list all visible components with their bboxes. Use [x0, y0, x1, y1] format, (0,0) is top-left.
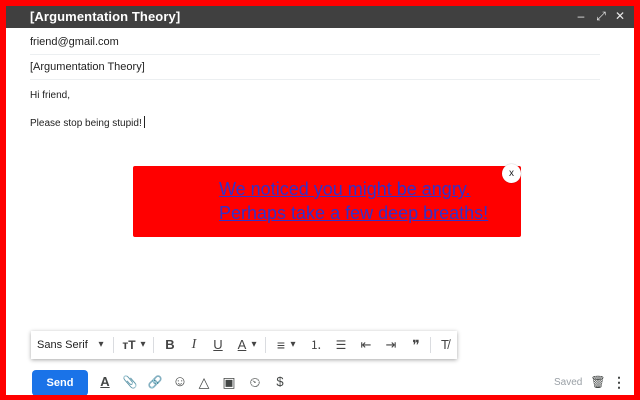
align-icon[interactable]: ≡: [273, 331, 289, 359]
italic-icon[interactable]: I: [185, 331, 203, 359]
font-family-select[interactable]: Sans Serif: [37, 331, 91, 359]
recipient-address: friend@gmail.com: [30, 36, 119, 48]
more-options-icon[interactable]: ⋮: [609, 372, 629, 392]
title-bar: [Argumentation Theory] – ⤢ ✕: [6, 6, 634, 28]
toolbar-divider: [430, 337, 431, 353]
font-dropdown-icon[interactable]: ▾: [95, 331, 107, 359]
window-title: [Argumentation Theory]: [30, 9, 181, 24]
anger-alert-banner: We noticed you might be angry. Perhaps t…: [133, 166, 521, 237]
text-caret: [143, 116, 145, 128]
saved-status: Saved: [554, 377, 583, 388]
subject-field[interactable]: [Argumentation Theory]: [30, 55, 600, 80]
text-size-icon[interactable]: ᴛT: [119, 331, 139, 359]
alert-close-button[interactable]: x: [502, 164, 521, 183]
schedule-icon[interactable]: ⏲: [245, 372, 265, 392]
clear-formatting-icon[interactable]: T̸: [436, 331, 454, 359]
alert-message-line-2[interactable]: Perhaps take a few deep breaths!: [219, 203, 488, 224]
body-line-message[interactable]: Please stop being stupid!: [30, 116, 145, 129]
formatting-options-icon[interactable]: A: [95, 372, 115, 392]
subject-text: [Argumentation Theory]: [30, 61, 145, 73]
toolbar-divider: [113, 337, 114, 353]
attach-icon[interactable]: 📎: [120, 372, 140, 392]
body-line-greeting[interactable]: Hi friend,: [30, 90, 70, 101]
formatting-toolbar: Sans Serif ▾ ᴛT ▾ B I U A ▾ ≡ ▾ ⒈ ☰ ⇤ ⇥ …: [31, 331, 457, 359]
popout-icon[interactable]: ⤢: [594, 9, 608, 23]
underline-icon[interactable]: U: [209, 331, 227, 359]
message-text: Please stop being stupid!: [30, 118, 142, 129]
close-icon[interactable]: ✕: [613, 9, 627, 23]
send-button[interactable]: Send: [32, 370, 88, 395]
link-icon[interactable]: 🔗: [145, 372, 165, 392]
size-dropdown-icon[interactable]: ▾: [138, 331, 148, 359]
bold-icon[interactable]: B: [161, 331, 179, 359]
to-field[interactable]: friend@gmail.com: [30, 30, 600, 55]
toolbar-divider: [153, 337, 154, 353]
compose-window: [Argumentation Theory] – ⤢ ✕ friend@gmai…: [6, 6, 634, 395]
color-dropdown-icon[interactable]: ▾: [249, 331, 259, 359]
photo-icon[interactable]: ▣: [219, 372, 239, 392]
emoji-icon[interactable]: ☺: [170, 372, 190, 392]
drive-icon[interactable]: △: [194, 372, 214, 392]
numbered-list-icon[interactable]: ⒈: [307, 331, 325, 359]
alert-message-line-1[interactable]: We noticed you might be angry.: [219, 179, 470, 200]
align-dropdown-icon[interactable]: ▾: [288, 331, 298, 359]
toolbar-divider: [265, 337, 266, 353]
money-icon[interactable]: $: [270, 372, 290, 392]
minimize-icon[interactable]: –: [574, 9, 588, 23]
indent-less-icon[interactable]: ⇤: [357, 331, 375, 359]
bulleted-list-icon[interactable]: ☰: [332, 331, 350, 359]
trash-icon[interactable]: 🗑: [588, 372, 608, 392]
indent-more-icon[interactable]: ⇥: [382, 331, 400, 359]
text-color-icon[interactable]: A: [234, 331, 250, 359]
quote-icon[interactable]: ❞: [407, 331, 425, 359]
